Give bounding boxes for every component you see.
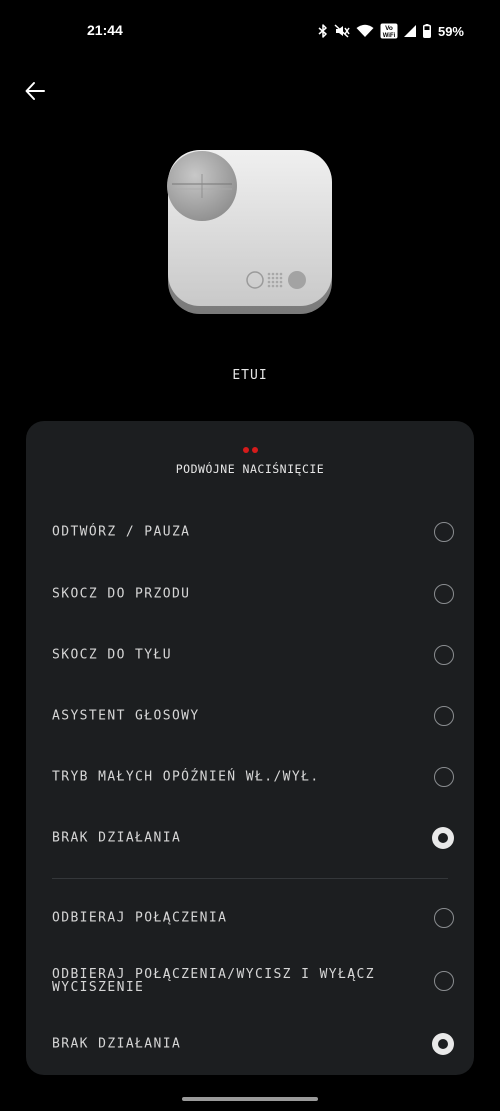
option-label: BRAK DZIAŁANIA [52,1036,182,1052]
vowifi-top-text: Vo [385,25,393,32]
signal-icon [403,24,417,38]
home-indicator[interactable] [182,1097,318,1101]
case-image [166,150,334,318]
option-answer-calls[interactable]: ODBIERAJ POŁĄCZENIA [26,890,474,946]
option-label: ODBIERAJ POŁĄCZENIA [52,910,228,926]
option-voice-assistant[interactable]: ASYSTENT GŁOSOWY [26,688,474,744]
status-time: 21:44 [87,22,123,38]
option-label: ODBIERAJ POŁĄCZENIA/WYCISZ I WYŁĄCZ WYCI… [52,967,375,995]
radio-button[interactable] [434,522,454,542]
vowifi-bottom-text: WiFi [383,33,396,39]
radio-button[interactable] [434,584,454,604]
option-skip-forward[interactable]: SKOCZ DO PRZODU [26,566,474,622]
status-icons: Vo WiFi 59% [318,21,464,41]
option-label: BRAK DZIAŁANIA [52,830,182,846]
battery-percentage: 59% [437,23,464,39]
option-no-action[interactable]: BRAK DZIAŁANIA [26,810,474,866]
device-label: ETUI [232,368,268,383]
wifi-icon [356,24,374,38]
double-press-panel: PODWÓJNE NACIŚNIĘCIE ODTWÓRZ / PAUZA SKO… [26,421,474,1075]
panel-title: PODWÓJNE NACIŚNIĘCIE [175,462,325,476]
indicator-dot [242,447,249,453]
radio-button[interactable] [434,908,454,928]
radio-button-selected[interactable] [432,1033,454,1055]
radio-button[interactable] [434,706,454,726]
option-label: SKOCZ DO TYŁU [52,647,172,663]
option-label: ASYSTENT GŁOSOWY [52,708,200,724]
radio-button[interactable] [434,645,454,665]
option-label: ODTWÓRZ / PAUZA [52,524,191,540]
mute-icon [334,24,350,38]
option-label: SKOCZ DO PRZODU [52,586,191,602]
battery-icon [422,24,431,38]
back-button[interactable] [20,78,50,108]
option-answer-calls-mute-unmute[interactable]: ODBIERAJ POŁĄCZENIA/WYCISZ I WYŁĄCZ WYCI… [26,953,474,1009]
bluetooth-icon [318,24,328,38]
arrow-left-icon [24,80,46,106]
indicator-dot [251,447,258,453]
radio-button[interactable] [434,767,454,787]
double-press-indicator [26,447,474,453]
option-low-latency-mode[interactable]: TRYB MAŁYCH OPÓŹNIEŃ WŁ./WYŁ. [26,749,474,805]
status-bar: 21:44 Vo WiFi 59% [0,0,500,62]
option-skip-back[interactable]: SKOCZ DO TYŁU [26,627,474,683]
divider [52,878,448,879]
option-play-pause[interactable]: ODTWÓRZ / PAUZA [26,504,474,560]
option-label: TRYB MAŁYCH OPÓŹNIEŃ WŁ./WYŁ. [52,769,320,785]
radio-button-selected[interactable] [432,827,454,849]
vowifi-icon: Vo WiFi [380,23,398,39]
radio-button[interactable] [434,971,454,991]
option-no-action-calls[interactable]: BRAK DZIAŁANIA [26,1016,474,1072]
